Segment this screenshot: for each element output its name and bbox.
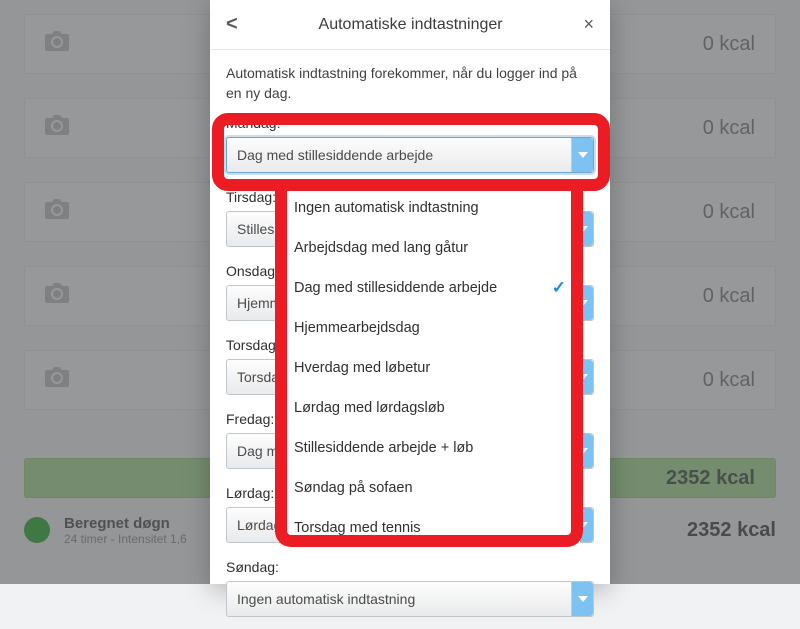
option-label: Hjemmearbejdsdag — [294, 320, 420, 336]
select-value: Stilles — [237, 221, 274, 237]
modal-title: Automatiske indtastninger — [319, 16, 503, 34]
back-button[interactable]: < — [226, 13, 238, 36]
option-label: Arbejdsdag med lang gåtur — [294, 240, 468, 256]
select-value: Hjemm — [237, 295, 281, 311]
day-select[interactable]: Ingen automatisk indtastning — [226, 581, 594, 617]
close-button[interactable]: × — [583, 14, 594, 35]
chevron-down-icon — [571, 138, 593, 172]
select-value: Ingen automatisk indtastning — [237, 591, 415, 607]
day-label: Søndag: — [226, 559, 594, 575]
modal-header: < Automatiske indtastninger × — [210, 0, 610, 50]
option-label: Søndag på sofaen — [294, 480, 413, 496]
chevron-down-icon — [571, 582, 593, 616]
day-select[interactable]: Dag med stillesiddende arbejde — [226, 137, 594, 173]
day-field-0: Mandag: Dag med stillesiddende arbejde — [210, 111, 610, 185]
option-label: Stillesiddende arbejde + løb — [294, 440, 473, 456]
dropdown-option[interactable]: Stillesiddende arbejde + løb — [280, 428, 580, 468]
dropdown-option[interactable]: Søndag på sofaen — [280, 468, 580, 508]
option-label: Lørdag med lørdagsløb — [294, 400, 445, 416]
select-value: Torsda — [237, 369, 279, 385]
dropdown-option[interactable]: Hjemmearbejdsdag — [280, 308, 580, 348]
dropdown-option[interactable]: Hverdag med løbetur — [280, 348, 580, 388]
day-select-dropdown: Ingen automatisk indtastning Arbejdsdag m… — [280, 187, 580, 548]
option-label: Dag med stillesiddende arbejde — [294, 280, 497, 296]
dropdown-option[interactable]: Ingen automatisk indtastning — [280, 188, 580, 228]
option-label: Ingen automatisk indtastning — [294, 200, 479, 216]
day-field-6: Søndag: Ingen automatisk indtastning — [210, 555, 610, 629]
dropdown-option[interactable]: Dag med stillesiddende arbejde ✓ — [280, 268, 580, 308]
select-value: Dag m — [237, 443, 278, 459]
modal-description: Automatisk indtastning forekommer, når d… — [210, 50, 610, 111]
dropdown-option[interactable]: Torsdag med tennis — [280, 508, 580, 548]
option-label: Torsdag med tennis — [294, 520, 421, 536]
checkmark-icon: ✓ — [552, 278, 566, 298]
dropdown-option[interactable]: Lørdag med lørdagsløb — [280, 388, 580, 428]
dropdown-option[interactable]: Arbejdsdag med lang gåtur — [280, 228, 580, 268]
day-label: Mandag: — [226, 115, 594, 131]
option-label: Hverdag med løbetur — [294, 360, 430, 376]
select-value: Dag med stillesiddende arbejde — [237, 147, 433, 163]
select-value: Lørdag — [237, 517, 281, 533]
